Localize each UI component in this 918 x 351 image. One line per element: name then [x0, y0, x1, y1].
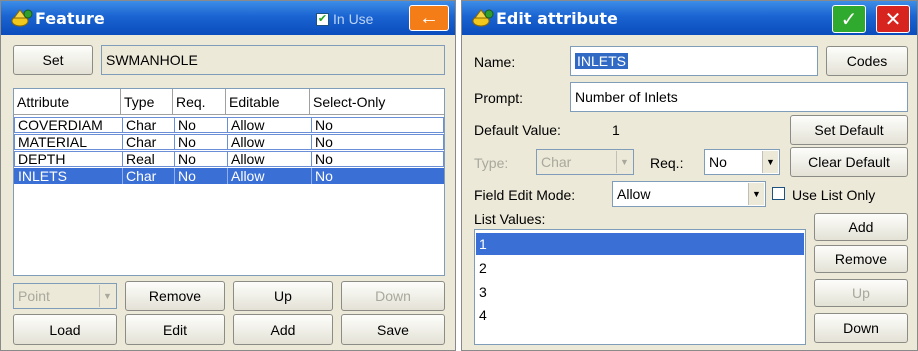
- close-button[interactable]: ✕: [876, 5, 910, 33]
- cell-req: No: [174, 117, 227, 133]
- prompt-field[interactable]: Number of Inlets: [570, 82, 908, 112]
- cell-req: No: [174, 134, 227, 150]
- app-logo-icon: [11, 9, 33, 27]
- cell-editable: Allow: [227, 151, 311, 167]
- edit-attribute-titlebar: Edit attribute ✓ ✕: [462, 1, 917, 35]
- list-values-label: List Values:: [474, 211, 546, 227]
- cell-type: Real: [122, 151, 174, 167]
- edit-button[interactable]: Edit: [125, 314, 225, 345]
- table-header: Attribute Type Req. Editable Select-Only: [14, 89, 444, 115]
- cell-editable: Allow: [227, 134, 311, 150]
- name-label: Name:: [474, 54, 516, 70]
- cell-type: Char: [122, 134, 174, 150]
- field-edit-mode-combo[interactable]: Allow ▼: [612, 181, 766, 207]
- cell-select-only: No: [311, 134, 444, 150]
- chevron-down-icon[interactable]: ▼: [762, 151, 778, 173]
- req-label: Req.:: [650, 155, 684, 171]
- field-edit-mode-label: Field Edit Mode:: [474, 187, 576, 203]
- add-list-value-button[interactable]: Add: [814, 213, 908, 241]
- edit-attribute-window: Edit attribute ✓ ✕ Name: INLETS Codes Pr…: [461, 0, 918, 351]
- prompt-label: Prompt:: [474, 90, 524, 106]
- codes-button[interactable]: Codes: [826, 46, 908, 76]
- feature-window: Feature ✔ In Use ← Set SWMANHOLE Attribu…: [0, 0, 456, 351]
- type-combo[interactable]: Char ▼: [536, 149, 634, 175]
- column-header-req[interactable]: Req.: [173, 89, 226, 115]
- use-list-only-label: Use List Only: [792, 187, 876, 203]
- cell-req: No: [174, 151, 227, 167]
- cell-attribute: INLETS: [18, 168, 68, 184]
- cell-attribute: DEPTH: [18, 151, 66, 167]
- chevron-down-icon[interactable]: ▼: [99, 285, 115, 307]
- cell-type: Char: [122, 168, 174, 184]
- default-value: 1: [612, 122, 620, 138]
- point-combo[interactable]: Point ▼: [13, 283, 117, 309]
- set-default-button[interactable]: Set Default: [790, 115, 908, 145]
- close-icon: ✕: [884, 8, 902, 31]
- cell-editable: Allow: [227, 117, 311, 133]
- cell-type: Char: [122, 117, 174, 133]
- table-row[interactable]: MATERIAL Char No Allow No: [14, 134, 444, 150]
- column-header-attribute[interactable]: Attribute: [14, 89, 121, 115]
- column-header-type[interactable]: Type: [121, 89, 173, 115]
- use-list-only-checkbox[interactable]: [772, 187, 785, 200]
- type-combo-value: Char: [541, 154, 572, 170]
- list-item-selected[interactable]: 1: [476, 233, 804, 255]
- cell-req: No: [174, 168, 227, 184]
- app-logo-icon: [472, 9, 494, 27]
- set-value-field: SWMANHOLE: [101, 45, 445, 75]
- default-value-label: Default Value:: [474, 122, 561, 138]
- back-button[interactable]: ←: [409, 5, 449, 31]
- list-item[interactable]: 4: [476, 304, 804, 326]
- table-row[interactable]: DEPTH Real No Allow No: [14, 151, 444, 167]
- name-value: INLETS: [575, 53, 629, 69]
- point-combo-value: Point: [18, 288, 50, 304]
- load-button[interactable]: Load: [13, 314, 117, 345]
- chevron-down-icon[interactable]: ▼: [616, 151, 632, 173]
- field-edit-mode-value: Allow: [617, 186, 651, 202]
- set-button[interactable]: Set: [13, 45, 93, 75]
- in-use-label: In Use: [333, 11, 374, 27]
- remove-button[interactable]: Remove: [125, 281, 225, 311]
- attribute-table[interactable]: Attribute Type Req. Editable Select-Only…: [13, 88, 445, 276]
- req-combo-value: No: [709, 154, 727, 170]
- in-use-toggle[interactable]: ✔ In Use: [316, 11, 373, 27]
- feature-titlebar: Feature ✔ In Use ←: [1, 1, 455, 35]
- checkmark-icon: ✓: [840, 8, 858, 31]
- list-item[interactable]: 2: [476, 257, 804, 279]
- move-down-button[interactable]: Down: [814, 313, 908, 343]
- remove-list-value-button[interactable]: Remove: [814, 245, 908, 273]
- cell-select-only: No: [311, 117, 444, 133]
- cell-select-only: No: [311, 168, 444, 184]
- column-header-select-only[interactable]: Select-Only: [310, 89, 444, 115]
- arrow-left-icon: ←: [419, 6, 439, 29]
- req-combo[interactable]: No ▼: [704, 149, 780, 175]
- add-button[interactable]: Add: [233, 314, 333, 345]
- ok-button[interactable]: ✓: [832, 5, 866, 33]
- up-button[interactable]: Up: [233, 281, 333, 311]
- down-button[interactable]: Down: [341, 281, 445, 311]
- in-use-checkbox[interactable]: ✔: [316, 12, 329, 26]
- type-label: Type:: [474, 155, 509, 171]
- cell-editable: Allow: [227, 168, 311, 184]
- table-row[interactable]: COVERDIAM Char No Allow No: [14, 117, 444, 133]
- clear-default-button[interactable]: Clear Default: [790, 147, 908, 177]
- list-values-list[interactable]: 1 2 3 4: [474, 229, 806, 345]
- save-button[interactable]: Save: [341, 314, 445, 345]
- chevron-down-icon[interactable]: ▼: [748, 183, 764, 205]
- list-item[interactable]: 3: [476, 281, 804, 303]
- cell-attribute: COVERDIAM: [18, 117, 103, 133]
- cell-select-only: No: [311, 151, 444, 167]
- move-up-button[interactable]: Up: [814, 279, 908, 307]
- window-title: Edit attribute: [496, 9, 618, 28]
- window-title: Feature: [35, 9, 105, 28]
- name-field[interactable]: INLETS: [570, 46, 818, 76]
- table-row-selected[interactable]: INLETS Char No Allow No: [14, 168, 444, 184]
- cell-attribute: MATERIAL: [18, 134, 87, 150]
- column-header-editable[interactable]: Editable: [226, 89, 310, 115]
